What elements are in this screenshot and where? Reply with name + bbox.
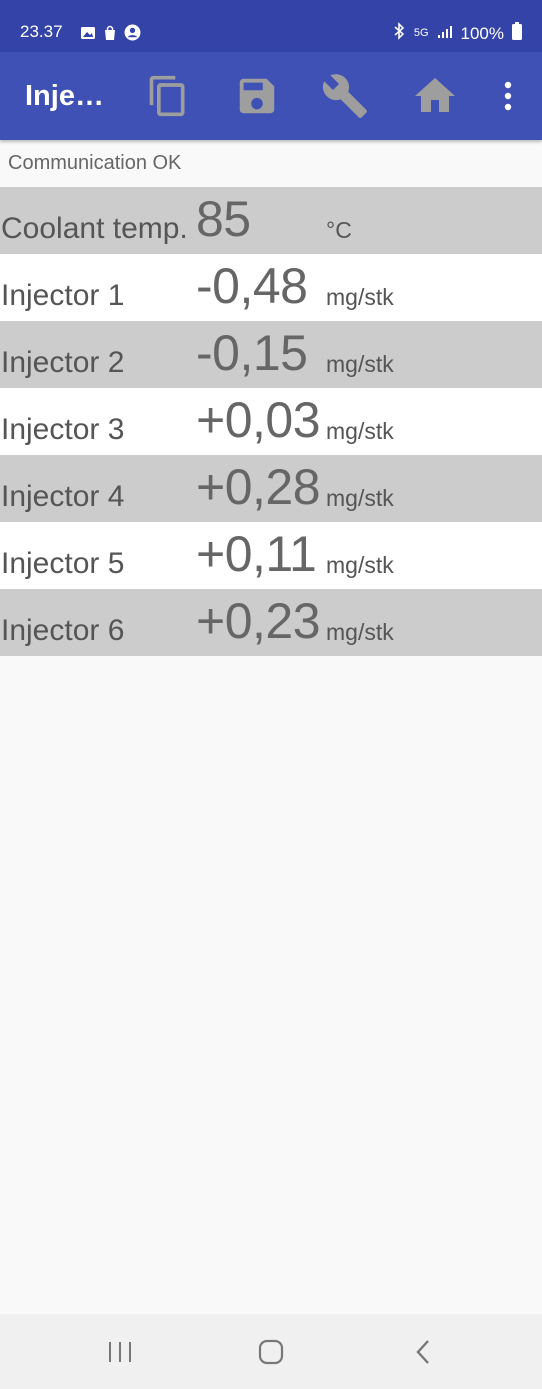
reading-row-injector-6: Injector 6 +0,23 mg/stk <box>0 589 542 656</box>
app-title: Inje… <box>25 80 104 112</box>
reading-row-injector-5: Injector 5 +0,11 mg/stk <box>0 522 542 589</box>
reading-label: Injector 5 <box>1 547 125 580</box>
reading-unit: mg/stk <box>326 485 394 511</box>
status-bar: 23.37 5G 100% <box>0 0 542 52</box>
system-nav-bar <box>0 1314 542 1389</box>
communication-status: Communication OK <box>8 152 182 174</box>
reading-unit: mg/stk <box>326 552 394 578</box>
reading-unit: mg/stk <box>326 619 394 645</box>
reading-unit: mg/stk <box>326 351 394 377</box>
reading-label: Injector 1 <box>1 279 125 312</box>
notification-icons <box>80 24 141 46</box>
reading-value: +0,23 <box>196 593 321 649</box>
save-icon[interactable] <box>232 71 282 121</box>
reading-label: Injector 4 <box>1 480 125 513</box>
status-time: 23.37 <box>20 22 63 41</box>
battery-icon <box>512 22 522 45</box>
reading-row-injector-4: Injector 4 +0,28 mg/stk <box>0 455 542 522</box>
reading-label: Injector 3 <box>1 413 125 446</box>
app-bar: Inje… <box>0 52 542 140</box>
network-type-label: 5G <box>413 27 429 39</box>
reading-row-injector-3: Injector 3 +0,03 mg/stk <box>0 388 542 455</box>
wrench-icon[interactable] <box>320 71 370 121</box>
battery-percentage: 100% <box>460 23 504 43</box>
reading-value: +0,11 <box>196 526 317 582</box>
reading-unit: mg/stk <box>326 418 394 444</box>
reading-row-injector-2: Injector 2 -0,15 mg/stk <box>0 321 542 388</box>
shopping-bag-icon <box>102 25 118 46</box>
signal-icon <box>437 24 453 44</box>
home-nav-icon[interactable] <box>251 1336 291 1368</box>
reading-value: -0,15 <box>196 325 308 381</box>
reading-value: +0,28 <box>196 459 321 515</box>
reading-row-coolant: Coolant temp. 85 °C <box>0 187 542 254</box>
more-vert-icon[interactable] <box>483 71 533 121</box>
reading-label: Injector 6 <box>1 614 125 647</box>
copy-icon[interactable] <box>143 71 193 121</box>
gallery-icon <box>80 25 96 46</box>
system-status-icons: 5G 100% <box>392 22 522 45</box>
reading-value: 85 <box>196 191 251 247</box>
back-icon[interactable] <box>403 1336 443 1368</box>
recents-icon[interactable] <box>100 1336 140 1368</box>
reading-value: +0,03 <box>196 392 321 448</box>
reading-unit: °C <box>326 217 352 243</box>
bluetooth-icon <box>392 22 406 45</box>
reading-label: Coolant temp. <box>1 212 188 245</box>
reading-unit: mg/stk <box>326 284 394 310</box>
account-circle-icon <box>124 24 141 46</box>
home-icon[interactable] <box>410 71 460 121</box>
reading-row-injector-1: Injector 1 -0,48 mg/stk <box>0 254 542 321</box>
reading-label: Injector 2 <box>1 346 125 379</box>
reading-value: -0,48 <box>196 258 308 314</box>
